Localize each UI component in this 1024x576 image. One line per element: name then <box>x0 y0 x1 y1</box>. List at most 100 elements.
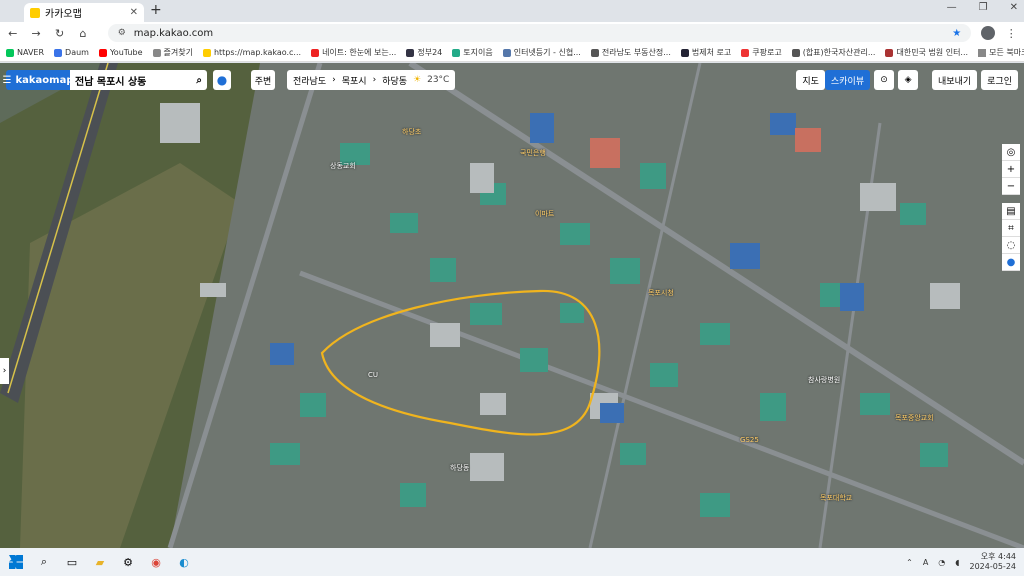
settings-icon[interactable]: ⚙ <box>120 554 136 570</box>
gov24-icon <box>406 48 415 57</box>
my-location-icon[interactable]: ◎ <box>1002 144 1020 161</box>
bookmark-item[interactable]: 법제처 로고 <box>680 47 731 58</box>
satellite-map[interactable]: 하당초 상동교회 국민은행 이마트 목포시청 GS25 CU 목포중앙교회 하당… <box>0 63 1024 548</box>
poi-label[interactable]: GS25 <box>740 436 759 444</box>
expand-panel-handle[interactable]: › <box>0 358 9 384</box>
youtube-icon <box>98 48 107 57</box>
url-field[interactable]: ⚙ map.kakao.com ★ <box>107 24 972 42</box>
poi-label[interactable]: 목포시청 <box>648 288 674 298</box>
poi-label[interactable]: 참사랑병원 <box>808 375 840 385</box>
volume-icon[interactable]: ◖ <box>955 558 959 567</box>
bookmark-item[interactable]: NAVER <box>6 48 44 57</box>
address-bar-row: ← → ↻ ⌂ ⚙ map.kakao.com ★ ⋮ <box>0 22 1024 44</box>
layers-icon: ◈ <box>904 75 912 85</box>
nearby-button[interactable]: 주변 <box>251 70 275 90</box>
home-icon[interactable]: ⌂ <box>76 27 89 40</box>
language-icon[interactable]: A <box>923 558 928 567</box>
start-button[interactable] <box>8 554 24 570</box>
windows-taskbar: ⌕ ▭ ▰ ⚙ ◉ ◐ ⌃ A ◔ ◖ 오후 4:44 2024-05-24 <box>0 548 1024 576</box>
zoom-out-icon[interactable]: − <box>1002 178 1020 195</box>
edge-icon[interactable]: ◐ <box>176 554 192 570</box>
poi-label[interactable]: 상동교회 <box>330 161 356 171</box>
kakao-favicon-icon <box>30 7 40 18</box>
search-input[interactable]: 전남 목포시 상동 ⌕ <box>70 70 207 90</box>
coupang-icon <box>741 48 750 57</box>
chrome-icon[interactable]: ◉ <box>148 554 164 570</box>
back-icon[interactable]: ← <box>6 27 19 40</box>
globe-icon <box>590 48 599 57</box>
pin-icon: ● <box>216 73 228 87</box>
poi-label[interactable]: 목포중앙교회 <box>895 413 934 423</box>
bookmark-item[interactable]: 즐겨찾기 <box>152 47 193 58</box>
location-pin-button[interactable]: ● <box>213 70 231 90</box>
all-bookmarks-button[interactable]: 모든 북마크 <box>978 47 1024 58</box>
pin-icon[interactable]: ● <box>1002 254 1020 271</box>
bookmark-item[interactable]: 대한민국 법원 인터... <box>885 47 968 58</box>
eum-icon <box>452 48 461 57</box>
menu-icon[interactable]: ☰ <box>3 75 12 86</box>
area-icon[interactable]: ⌗ <box>1002 220 1020 237</box>
forward-icon[interactable]: → <box>29 27 42 40</box>
radius-icon[interactable]: ◌ <box>1002 237 1020 254</box>
poi-label[interactable]: 국민은행 <box>520 148 546 158</box>
window-controls: — ❐ ✕ <box>947 2 1018 13</box>
bookmark-star-icon[interactable]: ★ <box>952 28 961 39</box>
registry-icon <box>502 48 511 57</box>
zoom-in-icon[interactable]: + <box>1002 161 1020 178</box>
kakaomap-logo[interactable]: ☰ kakaomap <box>3 70 73 90</box>
minimize-icon[interactable]: — <box>947 2 957 13</box>
search-icon[interactable]: ⌕ <box>36 554 52 570</box>
daum-icon <box>54 48 63 57</box>
chevron-right-icon: › <box>372 75 377 85</box>
menu-icon[interactable]: ⋮ <box>1005 27 1018 40</box>
breadcrumb-item[interactable]: 전라남도 <box>293 74 326 87</box>
login-button[interactable]: 로그인 <box>981 70 1018 90</box>
bookmark-item[interactable]: 토지이음 <box>452 47 493 58</box>
site-info-icon[interactable]: ⚙ <box>118 28 126 38</box>
poi-label[interactable]: 하당동 <box>450 463 469 473</box>
task-view-icon[interactable]: ▭ <box>64 554 80 570</box>
sun-icon: ☀ <box>413 75 422 85</box>
share-button[interactable]: 내보내기 <box>932 70 978 90</box>
folder-icon <box>978 48 987 57</box>
poi-label[interactable]: 이마트 <box>535 209 554 219</box>
skyview-button[interactable]: 스카이뷰 <box>824 70 871 90</box>
close-window-icon[interactable]: ✕ <box>1010 2 1018 13</box>
globe-icon <box>791 48 800 57</box>
map-zoom-toolbar: ◎ + − ▤ ⌗ ◌ ● <box>1002 144 1020 271</box>
reload-icon[interactable]: ↻ <box>53 27 66 40</box>
bookmark-item[interactable]: 쿠팡로고 <box>741 47 782 58</box>
restore-icon[interactable]: ❐ <box>979 2 988 13</box>
roadview-button[interactable]: ⊙ <box>874 70 895 90</box>
profile-avatar[interactable] <box>981 26 995 40</box>
map-view-button[interactable]: 지도 <box>796 70 825 90</box>
bookmark-item[interactable]: YouTube <box>98 48 143 57</box>
poi-label[interactable]: 목포대학교 <box>820 493 852 503</box>
close-tab-icon[interactable]: ✕ <box>130 7 138 18</box>
breadcrumb-item[interactable]: 하당동 <box>382 74 407 87</box>
bookmark-item[interactable]: (합표)한국자산관리... <box>791 47 875 58</box>
poi-label[interactable]: 하당초 <box>402 127 421 137</box>
clock[interactable]: 오후 4:44 2024-05-24 <box>970 552 1017 571</box>
court-icon <box>885 48 894 57</box>
new-tab-button[interactable]: + <box>150 2 162 18</box>
file-explorer-icon[interactable]: ▰ <box>92 554 108 570</box>
folder-icon <box>152 48 161 57</box>
bookmark-item[interactable]: 전라남도 부동산정... <box>590 47 671 58</box>
bookmark-item[interactable]: 정부24 <box>406 47 442 58</box>
bookmark-item[interactable]: 네이트: 한눈에 보는... <box>311 47 396 58</box>
browser-tab-strip: 카카오맵 ✕ + — ❐ ✕ <box>0 0 1024 22</box>
browser-tab[interactable]: 카카오맵 ✕ <box>24 3 144 22</box>
wifi-icon[interactable]: ◔ <box>938 558 945 567</box>
distance-icon[interactable]: ▤ <box>1002 203 1020 220</box>
bookmarks-bar: NAVER Daum YouTube 즐겨찾기 https://map.kaka… <box>0 44 1024 62</box>
poi-label[interactable]: CU <box>368 371 378 379</box>
chevron-up-icon[interactable]: ⌃ <box>906 558 913 567</box>
layers-button[interactable]: ◈ <box>898 70 919 90</box>
bookmark-item[interactable]: Daum <box>54 48 89 57</box>
breadcrumb-item[interactable]: 목포시 <box>342 74 367 87</box>
search-icon[interactable]: ⌕ <box>196 75 202 86</box>
bookmark-item[interactable]: https://map.kakao.c... <box>202 48 301 57</box>
bookmark-item[interactable]: 인터넷등기 - 신협... <box>502 47 581 58</box>
naver-icon <box>6 48 14 57</box>
